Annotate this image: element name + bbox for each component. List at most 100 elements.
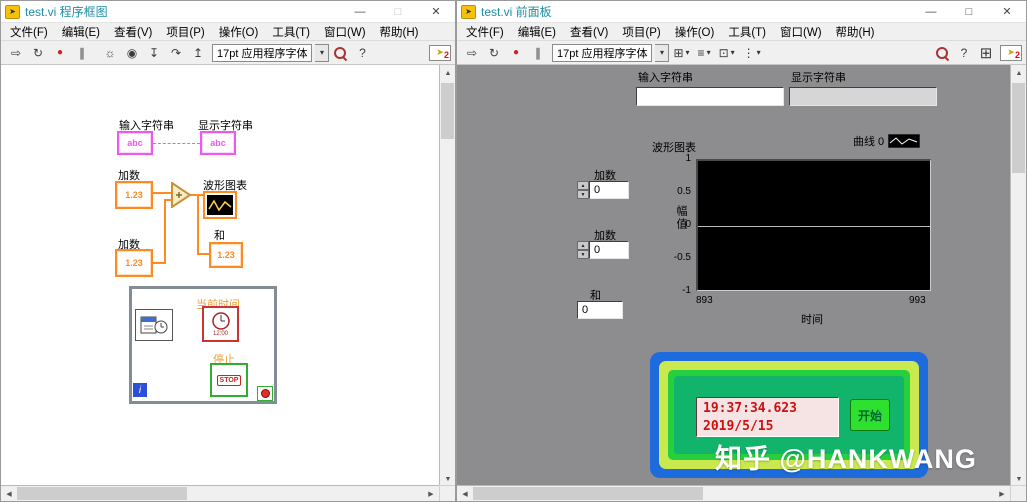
addend2-control[interactable]: ▲ ▼ 0 <box>577 241 629 259</box>
menu-operate[interactable]: 操作(O) <box>668 24 722 40</box>
vertical-scrollbar[interactable]: ▲ ▼ <box>439 65 455 487</box>
grid-icon[interactable]: ⊞ <box>976 43 996 62</box>
menu-project[interactable]: 项目(P) <box>159 24 211 40</box>
resize-objects-dropdown[interactable]: ⊡ ▾ <box>716 43 738 62</box>
run-continuous-icon[interactable]: ↻ <box>484 43 504 62</box>
start-button[interactable]: 开始 <box>850 399 890 431</box>
pause-icon[interactable]: ∥ <box>528 43 548 62</box>
menu-help[interactable]: 帮助(H) <box>829 24 882 40</box>
menu-help[interactable]: 帮助(H) <box>373 24 426 40</box>
addend2-control-terminal[interactable]: 1.23 <box>115 249 153 277</box>
font-settings-select[interactable]: 17pt 应用程序字体 <box>552 43 653 62</box>
chart-legend[interactable]: 曲线 0 <box>853 133 921 149</box>
get-datetime-function[interactable] <box>135 309 173 341</box>
stop-button-terminal[interactable]: STOP <box>210 363 248 397</box>
loop-condition-terminal[interactable] <box>257 386 273 401</box>
font-settings-dropdown-icon[interactable]: ▾ <box>655 43 670 62</box>
step-over-icon[interactable]: ↷ <box>166 43 186 62</box>
window-title: test.vi 程序框图 <box>25 5 108 19</box>
scrollbar-corner <box>439 485 455 501</box>
labview-badge[interactable]: ➤ 2 <box>1000 44 1022 61</box>
clock-icon <box>211 312 230 330</box>
menu-window[interactable]: 窗口(W) <box>317 24 373 40</box>
addend1-control[interactable]: ▲ ▼ 0 <box>577 181 629 199</box>
increment-icon[interactable]: ▲ <box>577 181 589 190</box>
menu-edit[interactable]: 编辑(E) <box>511 24 563 40</box>
badge-arrow-icon: ➤ <box>1007 47 1015 57</box>
scroll-thumb[interactable] <box>17 487 187 500</box>
menu-tools[interactable]: 工具(T) <box>721 24 773 40</box>
search-icon[interactable] <box>330 43 350 62</box>
display-string-field <box>789 87 937 106</box>
step-out-icon[interactable]: ↥ <box>188 43 208 62</box>
horizontal-scrollbar[interactable]: ◀ ▶ <box>457 485 1010 501</box>
string-control-terminal[interactable]: abc <box>117 131 153 155</box>
menu-file[interactable]: 文件(F) <box>3 24 55 40</box>
align-objects-dropdown[interactable]: ⊞ ▾ <box>670 43 692 62</box>
run-icon[interactable]: ⇨ <box>6 43 26 62</box>
input-string-field[interactable] <box>636 87 784 106</box>
string-indicator-terminal[interactable]: abc <box>200 131 236 155</box>
iteration-terminal[interactable]: i <box>133 383 147 397</box>
close-button[interactable]: ✕ <box>417 1 455 22</box>
front-panel-canvas[interactable]: 输入字符串 显示字符串 波形图表 曲线 0 1 0.5 0 -0.5 -1 89… <box>457 65 1012 487</box>
menu-tools[interactable]: 工具(T) <box>265 24 317 40</box>
scroll-thumb[interactable] <box>441 83 454 139</box>
pause-icon[interactable]: ∥ <box>72 43 92 62</box>
scroll-left-icon[interactable]: ◀ <box>457 486 473 502</box>
maximize-button[interactable]: □ <box>950 1 988 22</box>
distribute-objects-dropdown[interactable]: ≡ ▾ <box>695 43 714 62</box>
increment-icon[interactable]: ▲ <box>577 241 589 250</box>
titlebar[interactable]: ➤ test.vi 程序框图 — □ ✕ <box>1 1 455 23</box>
menu-window[interactable]: 窗口(W) <box>773 24 829 40</box>
scroll-up-icon[interactable]: ▲ <box>440 65 456 81</box>
step-into-icon[interactable]: ↧ <box>144 43 164 62</box>
help-icon[interactable]: ? <box>954 43 974 62</box>
minimize-button[interactable]: — <box>912 1 950 22</box>
addend1-control-terminal[interactable]: 1.23 <box>115 181 153 209</box>
time-display: 19:37:34.623 2019/5/15 <box>696 397 839 437</box>
scroll-right-icon[interactable]: ▶ <box>994 486 1010 502</box>
menu-file[interactable]: 文件(F) <box>459 24 511 40</box>
minimize-button[interactable]: — <box>341 1 379 22</box>
highlight-execution-icon[interactable]: ☼ <box>100 43 120 62</box>
maximize-button[interactable]: □ <box>379 1 417 22</box>
retain-wire-values-icon[interactable]: ◉ <box>122 43 142 62</box>
chart-plot-area[interactable] <box>696 159 931 291</box>
menu-edit[interactable]: 编辑(E) <box>55 24 107 40</box>
abort-icon[interactable]: ● <box>506 43 526 62</box>
menu-view[interactable]: 查看(V) <box>107 24 159 40</box>
abort-icon[interactable]: ● <box>50 43 70 62</box>
decrement-icon[interactable]: ▼ <box>577 190 589 199</box>
addend2-value[interactable]: 0 <box>589 241 629 259</box>
font-settings-dropdown-icon[interactable]: ▾ <box>315 43 330 62</box>
run-icon[interactable]: ⇨ <box>462 43 482 62</box>
run-continuous-icon[interactable]: ↻ <box>28 43 48 62</box>
labview-badge[interactable]: ➤ 2 <box>429 44 451 61</box>
vertical-scrollbar[interactable]: ▲ ▼ <box>1010 65 1026 487</box>
horizontal-scrollbar[interactable]: ◀ ▶ <box>1 485 439 501</box>
scroll-thumb[interactable] <box>473 487 703 500</box>
scroll-right-icon[interactable]: ▶ <box>423 486 439 502</box>
menu-operate[interactable]: 操作(O) <box>212 24 266 40</box>
reorder-objects-dropdown[interactable]: ⋮ ▾ <box>740 43 764 62</box>
addend1-value[interactable]: 0 <box>589 181 629 199</box>
search-icon[interactable] <box>932 43 952 62</box>
help-icon[interactable]: ? <box>352 43 372 62</box>
string-wire <box>153 143 200 144</box>
titlebar[interactable]: ➤ test.vi 前面板 — □ ✕ <box>457 1 1026 23</box>
mini-chart-icon <box>207 195 233 215</box>
decrement-icon[interactable]: ▼ <box>577 250 589 259</box>
close-button[interactable]: ✕ <box>988 1 1026 22</box>
waveform-chart-terminal[interactable] <box>203 191 237 219</box>
font-settings-select[interactable]: 17pt 应用程序字体 <box>212 43 313 62</box>
block-diagram-canvas[interactable]: 输入字符串 显示字符串 abc abc 加数 1.23 加数 1.23 波形图表 <box>1 65 441 487</box>
add-function-node[interactable] <box>171 181 192 211</box>
time-indicator-terminal[interactable]: 12:00 <box>202 306 239 342</box>
scroll-up-icon[interactable]: ▲ <box>1011 65 1027 81</box>
menu-view[interactable]: 查看(V) <box>563 24 615 40</box>
scroll-left-icon[interactable]: ◀ <box>1 486 17 502</box>
menu-project[interactable]: 项目(P) <box>615 24 667 40</box>
scroll-thumb[interactable] <box>1012 83 1025 173</box>
sum-indicator-terminal[interactable]: 1.23 <box>209 242 243 268</box>
